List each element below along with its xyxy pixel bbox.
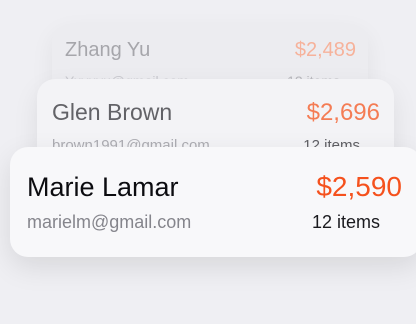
order-total: $2,696 xyxy=(306,99,380,126)
customer-card-stack: Zhang Yu Yuyuyu@gmail.com $2,489 12 item… xyxy=(0,0,416,324)
order-total: $2,590 xyxy=(316,171,402,202)
order-total: $2,489 xyxy=(294,39,356,61)
customer-email: marielm@gmail.com xyxy=(27,212,192,232)
customer-name: Glen Brown xyxy=(52,99,173,125)
customer-card[interactable]: Marie Lamar marielm@gmail.com $2,590 12 … xyxy=(10,147,416,257)
item-count: 12 items xyxy=(311,212,380,232)
customer-name: Zhang Yu xyxy=(65,39,151,61)
customer-name: Marie Lamar xyxy=(27,172,179,202)
